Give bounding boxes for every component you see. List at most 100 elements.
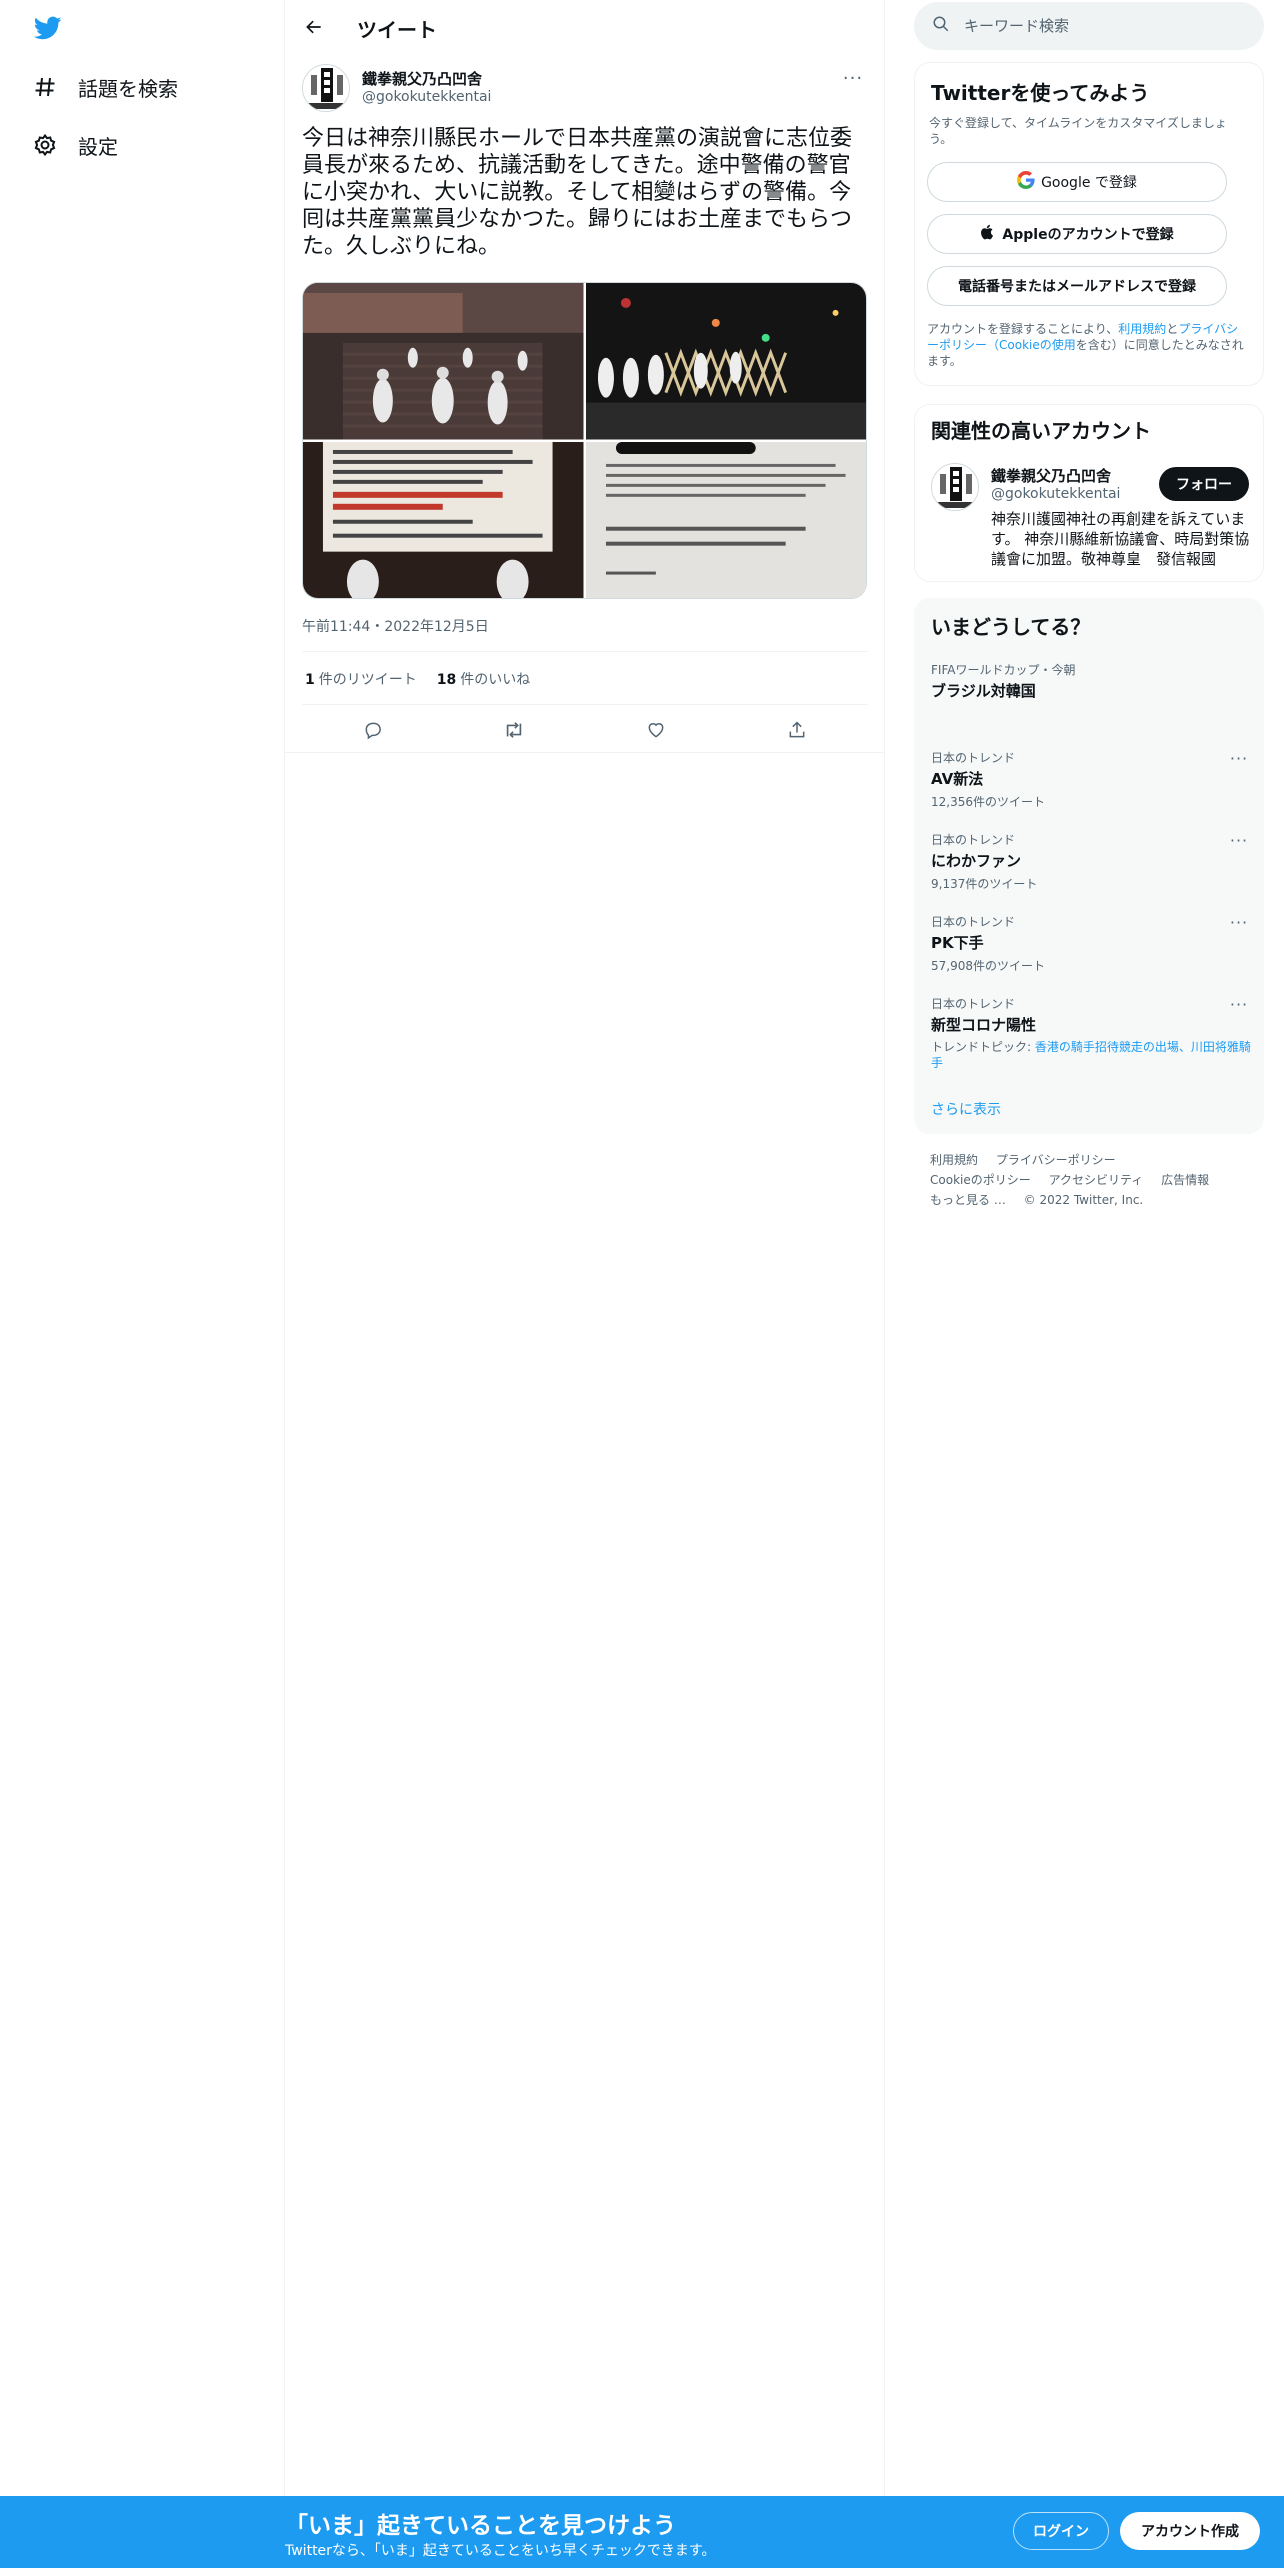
back-arrow-icon[interactable] xyxy=(297,10,331,44)
footer-cookies[interactable]: Cookieのポリシー xyxy=(930,1173,1031,1187)
google-signup-button[interactable]: Google で登録 xyxy=(927,162,1227,202)
tweet-photo-3[interactable] xyxy=(303,441,584,598)
trend-count: 57,908件のツイート xyxy=(931,959,1045,973)
trend-topic-label: トレンドトピック: xyxy=(931,1040,1035,1054)
footer-terms[interactable]: 利用規約 xyxy=(930,1153,978,1167)
divider xyxy=(302,651,868,652)
footer-accessibility[interactable]: アクセシビリティ xyxy=(1049,1173,1144,1187)
retweet-stat[interactable]: 1 件のリツイート xyxy=(305,669,417,689)
footer-copyright: © 2022 Twitter, Inc. xyxy=(1023,1193,1144,1207)
follow-button[interactable]: フォロー xyxy=(1159,467,1249,501)
signup-subtitle: 今すぐ登録して、タイムラインをカスタマイズしましょう。 xyxy=(929,116,1227,146)
relevant-name[interactable]: 鐵拳親父乃凸凹舍 xyxy=(991,465,1111,486)
divider xyxy=(302,704,868,705)
relevant-accounts-card: 関連性の高いアカウント 鐵拳親父乃凸凹舍 @gokokutekkentai フォ… xyxy=(914,404,1264,582)
apple-signup-button[interactable]: Appleのアカウントで登録 xyxy=(927,214,1227,254)
trend-item[interactable]: 日本のトレンド にわかファン 9,137件のツイート ··· xyxy=(931,831,1251,892)
tweet-photo-1[interactable] xyxy=(303,283,584,440)
phone-email-signup-label: 電話番号またはメールアドレスで登録 xyxy=(958,279,1196,295)
page-header: ツイート xyxy=(285,0,885,53)
trend-category: FIFAワールドカップ・今朝 xyxy=(931,663,1076,677)
trend-topic: トレンドトピック: 香港の騎手招待競走の出場、川田将雅騎手 xyxy=(931,1039,1251,1071)
tweet-actions xyxy=(302,712,868,748)
author-name[interactable]: 鐵拳親父乃凸凹舍 xyxy=(362,68,482,89)
banner-subtitle: Twitterなら、「いま」起きていることをいち早くチェックできます。 xyxy=(285,2543,716,2559)
tweet-photo-2[interactable] xyxy=(585,283,866,440)
apple-signup-label: Appleのアカウントで登録 xyxy=(1002,227,1174,243)
more-options-icon[interactable]: ··· xyxy=(1227,995,1251,1015)
trends-title: いまどうしてる？ xyxy=(931,615,1091,639)
trend-category: 日本のトレンド xyxy=(931,833,1016,847)
trend-name: 新型コロナ陽性 xyxy=(931,1016,1037,1034)
tweet-stats: 1 件のリツイート 18 件のいいね xyxy=(305,669,530,689)
login-button[interactable]: ログイン xyxy=(1013,2512,1109,2550)
terms-mid: と xyxy=(1166,322,1179,336)
retweet-label: 件のリツイート xyxy=(318,672,417,688)
reply-icon[interactable] xyxy=(355,712,391,748)
footer-privacy[interactable]: プライバシーポリシー xyxy=(996,1153,1116,1167)
trend-item[interactable]: 日本のトレンド PK下手 57,908件のツイート ··· xyxy=(931,913,1251,974)
tweet-photo-4[interactable] xyxy=(585,441,866,598)
google-signup-label: Google で登録 xyxy=(1041,175,1137,191)
trend-category: 日本のトレンド xyxy=(931,997,1016,1011)
retweet-count: 1 xyxy=(305,672,315,688)
trend-category: 日本のトレンド xyxy=(931,915,1016,929)
search-box[interactable] xyxy=(914,2,1264,50)
like-label: 件のいいね xyxy=(460,672,531,688)
signup-title: Twitterを使ってみよう xyxy=(931,81,1150,105)
apple-icon xyxy=(980,224,996,244)
trend-category: 日本のトレンド xyxy=(931,751,1016,765)
footer-links: 利用規約 プライバシーポリシー Cookieのポリシー アクセシビリティ 広告情… xyxy=(930,1150,1260,1210)
nav-settings[interactable]: 設定 xyxy=(20,120,130,170)
phone-email-signup-button[interactable]: 電話番号またはメールアドレスで登録 xyxy=(927,266,1227,306)
trend-name: PK下手 xyxy=(931,934,984,952)
page-title: ツイート xyxy=(357,18,437,42)
signup-banner: 「いま」起きていることを見つけよう Twitterなら、「いま」起きていることを… xyxy=(0,2496,1284,2568)
nav-explore-label: 話題を検索 xyxy=(78,76,178,101)
divider xyxy=(285,752,885,753)
nav-explore[interactable]: 話題を検索 xyxy=(20,62,190,112)
terms-pre: アカウントを登録することにより、 xyxy=(927,322,1119,336)
trend-name: ブラジル対韓国 xyxy=(931,682,1036,700)
google-icon xyxy=(1017,171,1035,193)
like-stat[interactable]: 18 件のいいね xyxy=(437,669,530,689)
terms-link[interactable]: 利用規約 xyxy=(1118,322,1166,336)
more-options-icon[interactable]: ··· xyxy=(1227,831,1251,851)
twitter-bird-icon[interactable] xyxy=(32,14,64,42)
relevant-handle[interactable]: @gokokutekkentai xyxy=(991,486,1120,502)
trend-name: にわかファン xyxy=(931,852,1022,870)
share-icon[interactable] xyxy=(779,712,815,748)
tweet-text: 今日は神奈川縣民ホールで日本共産黨の演説會に志位委員長が來るため、抗議活動をして… xyxy=(302,126,853,259)
footer-ads[interactable]: 広告情報 xyxy=(1161,1173,1209,1187)
terms-notice: アカウントを登録することにより、利用規約とプライバシーポリシー（Cookieの使… xyxy=(927,321,1249,369)
trend-item[interactable]: 日本のトレンド AV新法 12,356件のツイート ··· xyxy=(931,749,1251,810)
trend-count: 9,137件のツイート xyxy=(931,877,1038,891)
trend-name: AV新法 xyxy=(931,770,984,788)
author-handle[interactable]: @gokokutekkentai xyxy=(362,89,491,105)
avatar[interactable] xyxy=(931,463,979,511)
tweet-timestamp[interactable]: 午前11:44・2022年12月5日 xyxy=(302,616,489,636)
retweet-icon[interactable] xyxy=(496,712,532,748)
search-icon xyxy=(932,15,950,37)
trend-item[interactable]: FIFAワールドカップ・今朝 ブラジル対韓国 xyxy=(931,661,1251,701)
more-options-icon[interactable]: ··· xyxy=(1227,749,1251,769)
trends-card: いまどうしてる？ FIFAワールドカップ・今朝 ブラジル対韓国 日本のトレンド … xyxy=(914,598,1264,1134)
create-account-button[interactable]: アカウント作成 xyxy=(1120,2512,1260,2550)
main-column: ツイート 鐵拳親父乃凸凹舍 @gokokutekkentai ··· 今日は神奈… xyxy=(285,0,885,2568)
more-options-icon[interactable]: ··· xyxy=(838,68,868,90)
banner-title: 「いま」起きていることを見つけよう xyxy=(285,2513,676,2539)
search-input[interactable] xyxy=(964,17,1244,35)
trend-count: 12,356件のツイート xyxy=(931,795,1045,809)
footer-more[interactable]: もっと見る … xyxy=(930,1193,1006,1207)
signup-card: Twitterを使ってみよう 今すぐ登録して、タイムラインをカスタマイズしましょ… xyxy=(914,62,1264,386)
like-icon[interactable] xyxy=(638,712,674,748)
tweet-media-grid[interactable] xyxy=(302,282,867,599)
relevant-title: 関連性の高いアカウント xyxy=(931,419,1151,443)
left-navigation: 話題を検索 設定 xyxy=(0,0,285,2568)
trend-item[interactable]: 日本のトレンド 新型コロナ陽性 トレンドトピック: 香港の騎手招待競走の出場、川… xyxy=(931,995,1251,1071)
relevant-bio: 神奈川護國神社の再創建を訴えています。 神奈川縣維新協議會、時局對策協議會に加盟… xyxy=(991,510,1250,568)
more-options-icon[interactable]: ··· xyxy=(1227,913,1251,933)
gear-icon xyxy=(32,132,58,158)
show-more-link[interactable]: さらに表示 xyxy=(931,1099,1001,1119)
avatar[interactable] xyxy=(302,64,350,112)
